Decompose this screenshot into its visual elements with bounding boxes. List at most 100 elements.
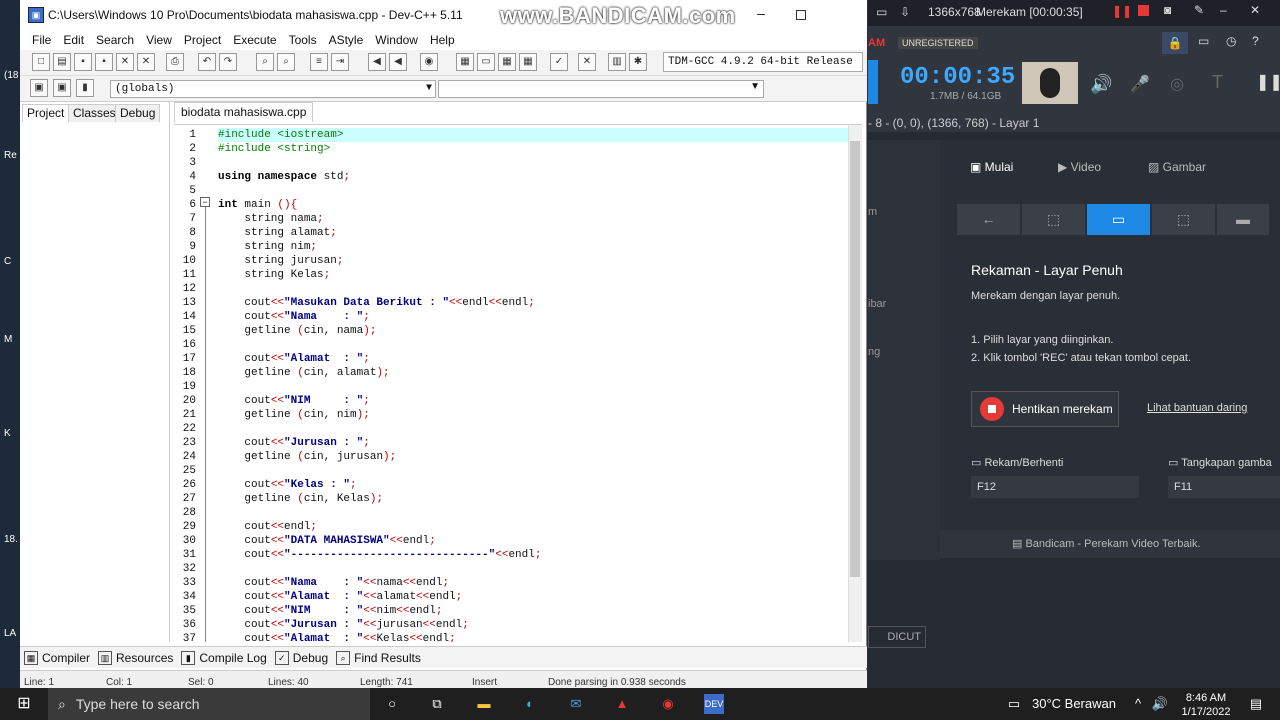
tab-debug-output[interactable]: ✓ Debug bbox=[274, 650, 328, 665]
code-editor[interactable]: 1 2 3 4 5 6 7 8 9 10 11 12 13 14 15 16 17 18 19 20 21 22 23 24 2… bbox=[174, 124, 862, 642]
help-icon[interactable]: ? bbox=[1252, 34, 1259, 48]
lock-icon[interactable]: 🔒 bbox=[1162, 32, 1188, 54]
unindent-icon[interactable]: ◀ bbox=[389, 53, 407, 71]
speaker-icon[interactable]: 🔊 bbox=[1090, 74, 1112, 95]
replace-icon[interactable]: ⌕ bbox=[277, 53, 295, 71]
devcpp-taskbar-icon[interactable]: DEV bbox=[704, 694, 724, 714]
function-select[interactable]: ▼ bbox=[438, 80, 764, 98]
insert-icon[interactable]: ⇥ bbox=[331, 53, 349, 71]
sidebar-label[interactable]: m bbox=[868, 206, 877, 218]
new-file-icon[interactable]: □ bbox=[32, 53, 50, 71]
clock-icon[interactable]: ◷ bbox=[1226, 34, 1236, 48]
menu-project[interactable]: Project bbox=[178, 33, 227, 47]
menu-edit[interactable]: Edit bbox=[57, 33, 90, 47]
new-project-icon[interactable]: ▣ bbox=[30, 79, 48, 97]
tab-compiler[interactable]: ▦ Compiler bbox=[24, 650, 90, 665]
goto-line-icon[interactable]: ≡ bbox=[310, 53, 328, 71]
windows-start-icon[interactable]: ⊞ bbox=[14, 694, 34, 714]
redo-icon[interactable]: ↷ bbox=[219, 53, 237, 71]
menu-search[interactable]: Search bbox=[90, 33, 140, 47]
print-icon[interactable]: ⎙ bbox=[166, 53, 184, 71]
undo-icon[interactable]: ↶ bbox=[198, 53, 216, 71]
sidebar-label[interactable]: ng bbox=[868, 346, 880, 358]
tab-classes[interactable]: Classes bbox=[68, 104, 121, 122]
close-file-icon[interactable]: ✕ bbox=[116, 53, 134, 71]
maximize-button[interactable] bbox=[796, 10, 806, 20]
volume-icon[interactable]: 🔊 bbox=[1150, 694, 1170, 714]
stop-recording-button[interactable]: Hentikan merekam bbox=[971, 391, 1119, 427]
text-icon[interactable]: T bbox=[1212, 72, 1223, 93]
stop-icon[interactable]: ✕ bbox=[578, 53, 596, 71]
scope-select[interactable]: (globals) ▼ bbox=[110, 80, 436, 98]
back-arrow-icon[interactable]: ← bbox=[957, 204, 1020, 235]
area-select-icon[interactable]: ⬚ bbox=[1022, 204, 1085, 235]
hotkey-field[interactable]: F12 bbox=[971, 476, 1139, 498]
menu-file[interactable]: File bbox=[26, 33, 57, 47]
menu-view[interactable]: View bbox=[140, 33, 178, 47]
add-to-project-icon[interactable]: ▣ bbox=[53, 79, 71, 97]
debug-bug-icon[interactable]: ✱ bbox=[629, 53, 647, 71]
menu-help[interactable]: Help bbox=[424, 33, 461, 47]
project-options-icon[interactable]: ▮ bbox=[76, 79, 94, 97]
compiler-select[interactable]: TDM-GCC 4.9.2 64-bit Release bbox=[663, 52, 863, 72]
camera-icon[interactable]: ◙ bbox=[1164, 3, 1171, 17]
notification-icon[interactable]: ▤ bbox=[1246, 694, 1266, 714]
minimize-icon[interactable]: – bbox=[1220, 3, 1227, 17]
tab-compile-log[interactable]: ▮ Compile Log bbox=[181, 650, 267, 665]
run-icon[interactable]: ▭ bbox=[477, 53, 495, 71]
compile-icon[interactable]: ▦ bbox=[456, 53, 474, 71]
fold-toggle-icon[interactable]: − bbox=[200, 197, 210, 207]
tab-mulai[interactable]: ▣ Mulai bbox=[970, 160, 1013, 174]
file-explorer-icon[interactable]: ▬ bbox=[474, 694, 494, 714]
menu-astyle[interactable]: AStyle bbox=[323, 33, 370, 47]
pencil-icon[interactable]: ✎ bbox=[1194, 3, 1204, 17]
hotkey-field[interactable]: F11 bbox=[1168, 476, 1280, 498]
code-area[interactable]: #include <iostream> #include <string> usin… bbox=[218, 125, 848, 642]
indent-icon[interactable]: ◀ bbox=[368, 53, 386, 71]
pause-icon[interactable]: ❚❚ bbox=[1112, 4, 1132, 18]
tab-resources[interactable]: ▥ Resources bbox=[98, 650, 173, 665]
minimize-button[interactable]: – bbox=[754, 6, 768, 20]
menu-tools[interactable]: Tools bbox=[283, 33, 323, 47]
scrollbar-thumb[interactable] bbox=[850, 141, 860, 577]
mode-selector[interactable] bbox=[868, 60, 878, 104]
editor-file-tab[interactable]: biodata mahasiswa.cpp bbox=[174, 102, 314, 122]
online-help-link[interactable]: Lihat bantuan daring bbox=[1147, 402, 1247, 414]
compile-run-icon[interactable]: ▦ bbox=[498, 53, 516, 71]
tab-video[interactable]: ▶ Video bbox=[1058, 160, 1101, 174]
cortana-icon[interactable]: ○ bbox=[382, 694, 402, 714]
save-icon[interactable]: ▪ bbox=[74, 53, 92, 71]
rebuild-icon[interactable]: ▦ bbox=[519, 53, 537, 71]
hdmi-icon[interactable]: ▬ bbox=[1217, 204, 1269, 235]
task-view-icon[interactable]: ⧉ bbox=[427, 694, 447, 714]
tab-gambar[interactable]: ▨ Gambar bbox=[1148, 160, 1206, 174]
save-all-icon[interactable]: ▪ bbox=[95, 53, 113, 71]
profile-icon[interactable]: ▥ bbox=[608, 53, 626, 71]
syntax-check-icon[interactable]: ✓ bbox=[550, 53, 568, 71]
stop-square-icon[interactable] bbox=[1138, 5, 1149, 16]
close-all-icon[interactable]: ✕ bbox=[137, 53, 155, 71]
taskbar-clock[interactable]: 8:46 AM 1/17/2022 bbox=[1176, 688, 1236, 719]
menu-window[interactable]: Window bbox=[369, 33, 424, 47]
webcam-icon[interactable]: ◎ bbox=[1170, 74, 1184, 94]
find-icon[interactable]: ⌕ bbox=[256, 53, 274, 71]
shortcut-button[interactable]: DICUT bbox=[868, 626, 926, 648]
menu-execute[interactable]: Execute bbox=[227, 33, 282, 47]
tab-project[interactable]: Project bbox=[22, 104, 70, 122]
close-icon[interactable]: ✕ bbox=[1250, 3, 1260, 17]
bandicam-record-icon[interactable]: ◉ bbox=[658, 694, 678, 714]
tab-find-results[interactable]: ⌕ Find Results bbox=[336, 650, 421, 665]
tray-chevron-icon[interactable]: ^ bbox=[1128, 694, 1148, 714]
taskbar-search[interactable]: ⌕ Type here to search bbox=[48, 688, 370, 720]
microphone-icon[interactable]: 🎤 bbox=[1130, 74, 1150, 94]
mail-icon[interactable]: ✉ bbox=[566, 694, 586, 714]
pause-record-icon[interactable]: ❚❚ bbox=[1256, 72, 1280, 92]
fullscreen-monitor-icon[interactable]: ▭ bbox=[1087, 204, 1150, 235]
app-icon[interactable]: ▲ bbox=[612, 694, 632, 714]
tab-debug[interactable]: Debug bbox=[115, 104, 161, 122]
open-file-icon[interactable]: ▤ bbox=[53, 53, 71, 71]
around-mouse-icon[interactable]: ⬚ bbox=[1152, 204, 1215, 235]
toggle-comment-icon[interactable]: ◉ bbox=[420, 53, 438, 71]
sidebar-label[interactable]: ibar bbox=[868, 298, 886, 310]
edge-icon[interactable]: ◐ bbox=[520, 694, 540, 714]
